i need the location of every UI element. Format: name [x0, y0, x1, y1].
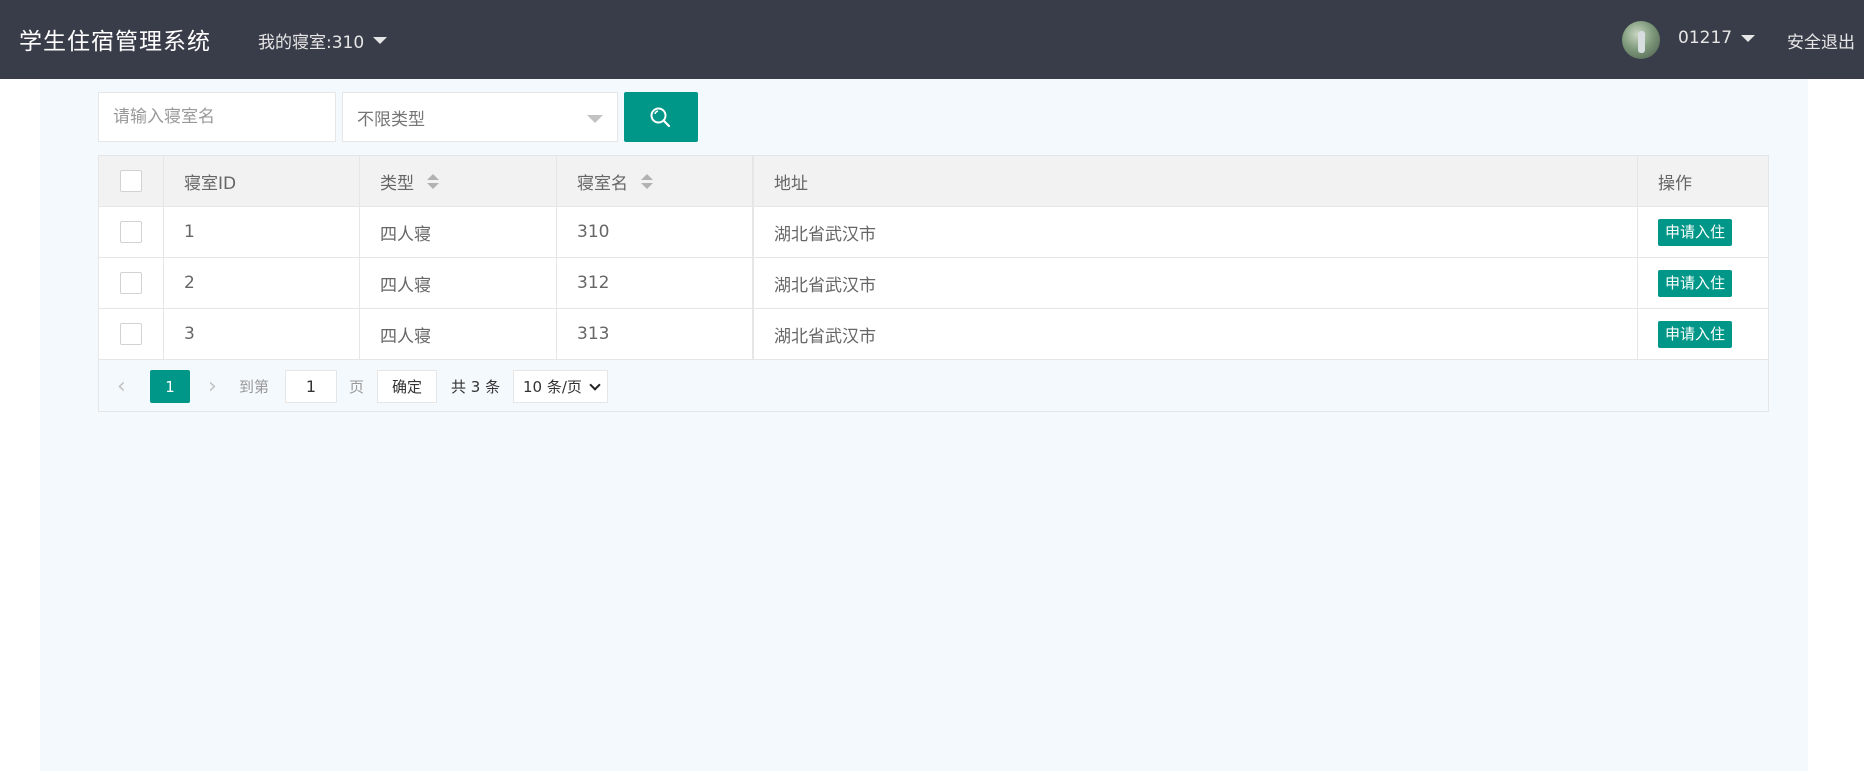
search-button[interactable]	[624, 92, 698, 142]
top-nav-bar: 学生住宿管理系统 我的寝室:310 01217 安全退出	[0, 0, 1864, 79]
chevron-down-icon	[589, 379, 601, 391]
apply-checkin-button[interactable]: 申请入住	[1658, 320, 1733, 348]
cell-id: 2	[164, 258, 360, 308]
goto-label: 到第	[239, 378, 270, 396]
table-header-row: 寝室ID 类型 寝室名 地址 操作	[99, 156, 1768, 207]
cell-address: 湖北省武汉市	[754, 258, 1638, 308]
select-all-checkbox[interactable]	[120, 170, 142, 192]
cell-action: 申请入住	[1638, 207, 1770, 257]
cell-id: 3	[164, 309, 360, 359]
logout-link[interactable]: 安全退出	[1787, 28, 1855, 53]
cell-action: 申请入住	[1638, 309, 1770, 359]
cell-id: 1	[164, 207, 360, 257]
dorm-type-select-value: 不限类型	[357, 109, 425, 130]
cell-name: 312	[557, 258, 754, 308]
apply-checkin-button[interactable]: 申请入住	[1658, 218, 1733, 246]
apply-checkin-button[interactable]: 申请入住	[1658, 269, 1733, 297]
header-checkbox-cell	[99, 156, 164, 206]
cell-address: 湖北省武汉市	[754, 309, 1638, 359]
dropdown-arrow-icon	[587, 115, 603, 123]
username: 01217	[1678, 28, 1733, 48]
column-header-address: 地址	[754, 156, 1638, 206]
goto-confirm-button[interactable]: 确定	[377, 370, 437, 403]
table-row: 3 四人寝 313 湖北省武汉市 申请入住	[99, 309, 1768, 360]
sort-icon[interactable]	[641, 173, 653, 189]
cell-address: 湖北省武汉市	[754, 207, 1638, 257]
table-row: 2 四人寝 312 湖北省武汉市 申请入住	[99, 258, 1768, 309]
row-checkbox-cell	[99, 258, 164, 308]
page-number-current[interactable]: 1	[150, 370, 190, 403]
dorm-name-search-input[interactable]	[98, 92, 336, 142]
column-header-label: 地址	[774, 173, 808, 194]
cell-type: 四人寝	[360, 258, 557, 308]
app-title: 学生住宿管理系统	[19, 29, 211, 55]
column-header-id: 寝室ID	[164, 156, 360, 206]
page-size-value: 10 条/页	[523, 378, 582, 396]
pagination-bar: ‹ 1 › 到第 1 页 确定 共 3 条 10 条/页	[99, 360, 1768, 411]
row-checkbox[interactable]	[120, 221, 142, 243]
column-header-action: 操作	[1638, 156, 1770, 206]
prev-page-icon[interactable]: ‹	[117, 370, 126, 403]
my-dorm-menu[interactable]: 我的寝室:310	[258, 28, 388, 53]
row-checkbox[interactable]	[120, 323, 142, 345]
cell-name: 313	[557, 309, 754, 359]
cell-type: 四人寝	[360, 309, 557, 359]
total-count: 共 3 条	[451, 378, 501, 396]
column-header-name[interactable]: 寝室名	[557, 156, 754, 206]
table-row: 1 四人寝 310 湖北省武汉市 申请入住	[99, 207, 1768, 258]
cell-name: 310	[557, 207, 754, 257]
sort-icon[interactable]	[427, 173, 439, 189]
dorm-type-select[interactable]: 不限类型	[342, 92, 618, 142]
cell-action: 申请入住	[1638, 258, 1770, 308]
caret-down-icon	[1741, 34, 1756, 42]
column-header-type[interactable]: 类型	[360, 156, 557, 206]
cell-type: 四人寝	[360, 207, 557, 257]
row-checkbox-cell	[99, 207, 164, 257]
column-header-label: 类型	[380, 173, 414, 194]
column-header-label: 操作	[1658, 173, 1692, 194]
row-checkbox-cell	[99, 309, 164, 359]
page-size-select[interactable]: 10 条/页	[513, 370, 608, 403]
my-dorm-label: 我的寝室:310	[258, 33, 365, 53]
row-checkbox[interactable]	[120, 272, 142, 294]
search-icon	[650, 107, 671, 128]
column-header-label: 寝室名	[577, 173, 628, 194]
dorm-table: 寝室ID 类型 寝室名 地址 操作 1 四人寝 310 湖北省武汉市 申请入住 …	[98, 155, 1769, 412]
column-header-label: 寝室ID	[184, 173, 237, 194]
page-unit-label: 页	[349, 378, 365, 396]
goto-page-input[interactable]: 1	[285, 370, 337, 403]
avatar[interactable]	[1622, 21, 1660, 59]
user-menu[interactable]: 01217	[1678, 28, 1756, 48]
caret-down-icon	[373, 37, 388, 44]
next-page-icon[interactable]: ›	[208, 370, 217, 403]
